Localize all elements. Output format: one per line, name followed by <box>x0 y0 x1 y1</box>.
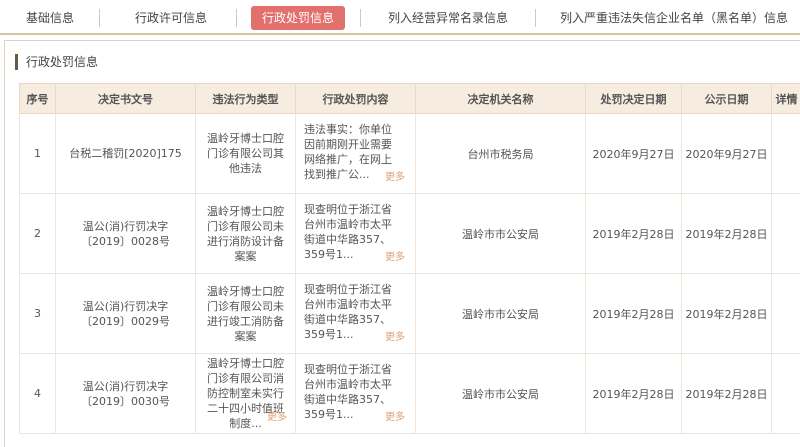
col-header-content: 行政处罚内容 <box>295 83 416 114</box>
tab-abnormal-list[interactable]: 列入经营异常名录信息 <box>378 6 518 30</box>
col-header-decision-date: 处罚决定日期 <box>585 83 682 114</box>
table-header-row: 序号 决定书文号 违法行为类型 行政处罚内容 决定机关名称 处罚决定日期 公示日… <box>19 83 800 114</box>
table-row: 2 温公(消)行罚决字〔2019〕0028号 温岭牙博士口腔门诊有限公司未进行消… <box>19 193 800 274</box>
content-text: 违法事实：你单位因前期刚开业需要网络推广，在网上找到推广公... <box>304 123 392 181</box>
cell-no: 4 <box>19 353 56 434</box>
cell-detail[interactable] <box>771 273 800 354</box>
more-link[interactable]: 更多 <box>385 170 405 185</box>
tab-separator <box>236 9 237 27</box>
more-link[interactable]: 更多 <box>385 250 405 265</box>
col-header-authority: 决定机关名称 <box>415 83 586 114</box>
tab-blacklist[interactable]: 列入严重违法失信企业名单（黑名单）信息 <box>554 6 794 30</box>
cell-content: 现查明位于浙江省台州市温岭市太平街道中华路357、359号1... 更多 <box>295 273 416 354</box>
cell-type: 温岭牙博士口腔门诊有限公司消防控制室未实行二十四小时值班制度... 更多 <box>195 353 296 434</box>
col-header-publish-date: 公示日期 <box>681 83 772 114</box>
cell-type: 温岭牙博士口腔门诊有限公司未进行消防设计备案案 <box>195 193 296 274</box>
cell-doc: 温公(消)行罚决字〔2019〕0029号 <box>55 273 196 354</box>
table-row: 1 台税二稽罚[2020]175 温岭牙博士口腔门诊有限公司其他违法 违法事实：… <box>19 113 800 194</box>
cell-content: 违法事实：你单位因前期刚开业需要网络推广，在网上找到推广公... 更多 <box>295 113 416 194</box>
more-link[interactable]: 更多 <box>385 330 405 345</box>
cell-doc: 温公(消)行罚决字〔2019〕0030号 <box>55 353 196 434</box>
content-text: 现查明位于浙江省台州市温岭市太平街道中华路357、359号1... <box>304 283 392 341</box>
cell-publish-date: 2019年2月28日 <box>681 273 772 354</box>
content-text: 现查明位于浙江省台州市温岭市太平街道中华路357、359号1... <box>304 363 392 421</box>
col-header-type: 违法行为类型 <box>195 83 296 114</box>
cell-authority: 温岭市市公安局 <box>415 273 586 354</box>
cell-no: 2 <box>19 193 56 274</box>
col-header-doc: 决定书文号 <box>55 83 196 114</box>
col-header-detail: 详情 <box>771 83 800 114</box>
tab-bar: 基础信息 行政许可信息 行政处罚信息 列入经营异常名录信息 列入严重违法失信企业… <box>0 0 800 35</box>
cell-decision-date: 2019年2月28日 <box>585 273 682 354</box>
cell-content: 现查明位于浙江省台州市温岭市太平街道中华路357、359号1... 更多 <box>295 353 416 434</box>
cell-publish-date: 2019年2月28日 <box>681 353 772 434</box>
cell-publish-date: 2019年2月28日 <box>681 193 772 274</box>
cell-type: 温岭牙博士口腔门诊有限公司其他违法 <box>195 113 296 194</box>
cell-no: 1 <box>19 113 56 194</box>
cell-publish-date: 2020年9月27日 <box>681 113 772 194</box>
table-row: 3 温公(消)行罚决字〔2019〕0029号 温岭牙博士口腔门诊有限公司未进行竣… <box>19 273 800 354</box>
type-text: 温岭牙博士口腔门诊有限公司未进行竣工消防备案案 <box>207 284 284 343</box>
tab-admin-penalty[interactable]: 行政处罚信息 <box>251 6 345 30</box>
tab-separator <box>360 9 361 27</box>
cell-doc: 台税二稽罚[2020]175 <box>55 113 196 194</box>
cell-detail[interactable] <box>771 113 800 194</box>
tab-admin-license[interactable]: 行政许可信息 <box>123 6 219 30</box>
tab-separator <box>99 9 100 27</box>
cell-no: 3 <box>19 273 56 354</box>
cell-decision-date: 2019年2月28日 <box>585 193 682 274</box>
cell-content: 现查明位于浙江省台州市温岭市太平街道中华路357、359号1... 更多 <box>295 193 416 274</box>
cell-doc: 温公(消)行罚决字〔2019〕0028号 <box>55 193 196 274</box>
penalty-panel: 行政处罚信息 序号 决定书文号 违法行为类型 行政处罚内容 决定机关名称 处罚决… <box>4 40 800 447</box>
table-row: 4 温公(消)行罚决字〔2019〕0030号 温岭牙博士口腔门诊有限公司消防控制… <box>19 353 800 434</box>
cell-decision-date: 2019年2月28日 <box>585 353 682 434</box>
penalty-table: 序号 决定书文号 违法行为类型 行政处罚内容 决定机关名称 处罚决定日期 公示日… <box>19 83 800 434</box>
cell-detail[interactable] <box>771 353 800 434</box>
cell-authority: 温岭市市公安局 <box>415 193 586 274</box>
cell-authority: 台州市税务局 <box>415 113 586 194</box>
cell-decision-date: 2020年9月27日 <box>585 113 682 194</box>
type-text: 温岭牙博士口腔门诊有限公司未进行消防设计备案案 <box>207 204 284 263</box>
more-link[interactable]: 更多 <box>385 410 405 425</box>
type-text: 温岭牙博士口腔门诊有限公司其他违法 <box>207 132 284 175</box>
section-title: 行政处罚信息 <box>15 54 98 70</box>
cell-detail[interactable] <box>771 193 800 274</box>
cell-type: 温岭牙博士口腔门诊有限公司未进行竣工消防备案案 <box>195 273 296 354</box>
cell-authority: 温岭市市公安局 <box>415 353 586 434</box>
type-more-link[interactable]: 更多 <box>267 410 287 425</box>
tab-separator <box>535 9 536 27</box>
col-header-no: 序号 <box>19 83 56 114</box>
tab-basic-info[interactable]: 基础信息 <box>18 6 82 30</box>
content-text: 现查明位于浙江省台州市温岭市太平街道中华路357、359号1... <box>304 203 392 261</box>
